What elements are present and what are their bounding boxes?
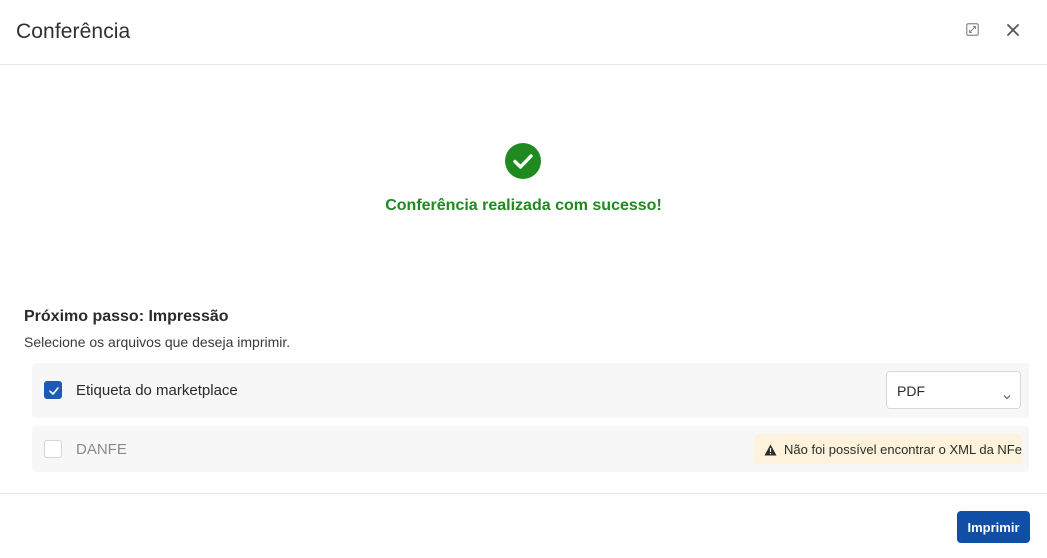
danfe-label: DANFE: [76, 441, 127, 458]
next-step-subtitle: Selecione os arquivos que deseja imprimi…: [24, 334, 291, 350]
format-select[interactable]: PDF: [886, 371, 1021, 409]
dialog-header: Conferência: [0, 0, 1047, 65]
format-select-value: PDF: [897, 383, 925, 399]
chevron-down-icon: [1003, 387, 1011, 405]
file-row-etiqueta: Etiqueta do marketplace PDF: [32, 363, 1029, 418]
expand-button[interactable]: [961, 21, 983, 43]
dialog-footer: Imprimir: [0, 493, 1047, 558]
success-message: Conferência realizada com sucesso!: [385, 197, 662, 214]
expand-icon: [965, 23, 979, 41]
close-icon: [1007, 23, 1019, 41]
dialog-title: Conferência: [16, 20, 131, 43]
warning-icon: [764, 443, 777, 461]
warning-badge: Não foi possível encontrar o XML da NFe: [754, 434, 1022, 464]
danfe-checkbox[interactable]: [44, 440, 62, 458]
check-circle-icon: [505, 143, 541, 179]
file-row-danfe: DANFE Não foi possível encontrar o XML d…: [32, 426, 1029, 472]
etiqueta-label: Etiqueta do marketplace: [76, 382, 238, 399]
etiqueta-checkbox[interactable]: [44, 381, 62, 399]
warning-text: Não foi possível encontrar o XML da NFe: [784, 442, 1022, 457]
next-step-title: Próximo passo: Impressão: [24, 308, 229, 325]
close-button[interactable]: [1002, 21, 1024, 43]
print-button[interactable]: Imprimir: [957, 511, 1030, 543]
